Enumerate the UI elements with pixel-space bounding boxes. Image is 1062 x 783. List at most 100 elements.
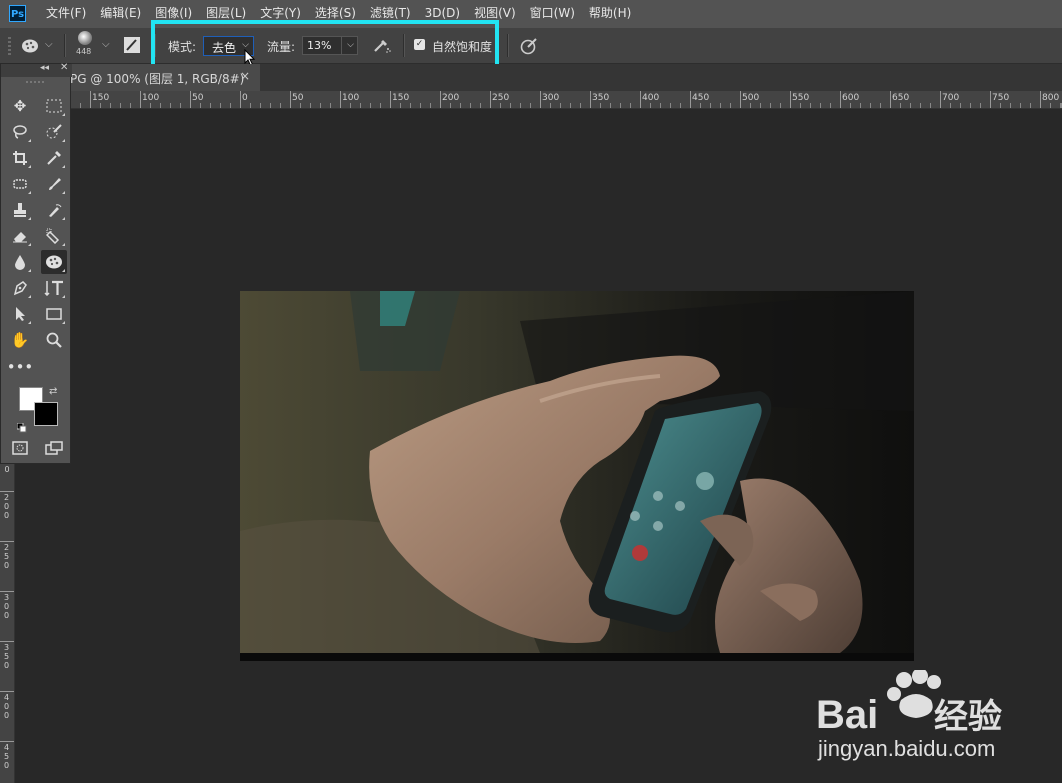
eyedropper-tool-icon[interactable]: [41, 146, 67, 170]
vibrance-checkbox[interactable]: ✓: [414, 39, 425, 50]
brush-chevron-icon[interactable]: ⌵: [102, 39, 110, 50]
tools-panel-header[interactable]: ◂◂ ✕: [1, 62, 72, 77]
document-tab[interactable]: PG @ 100% (图层 1, RGB/8#) ×: [66, 64, 260, 91]
ruler-label: 4 0 0: [3, 693, 10, 720]
quick-selection-tool-icon[interactable]: [41, 120, 67, 144]
baidu-jingyan-watermark: Bai 经验 jingyan.baidu.com: [816, 668, 1056, 774]
ruler-major-tick: [390, 91, 391, 108]
history-brush-tool-icon[interactable]: [41, 198, 67, 222]
pressure-icon[interactable]: [520, 37, 538, 59]
ruler-major-tick: [690, 91, 691, 108]
divider: [154, 34, 156, 57]
path-selection-tool-icon[interactable]: [7, 302, 33, 326]
ruler-label: 100: [142, 93, 160, 103]
zoom-tool-icon[interactable]: [41, 328, 67, 352]
menu-type[interactable]: 文字(Y): [260, 0, 301, 28]
options-grip[interactable]: [8, 37, 11, 55]
brush-preset-icon[interactable]: [78, 31, 92, 45]
ruler-label: 200: [442, 93, 460, 103]
watermark-brand-cn: 经验: [934, 697, 1002, 737]
ruler-major-tick: [590, 91, 591, 108]
healing-brush-tool-icon[interactable]: [7, 172, 33, 196]
ruler-label: 750: [992, 93, 1010, 103]
ruler-label: 0: [4, 465, 10, 474]
sponge-tool-icon[interactable]: [41, 250, 67, 274]
close-icon[interactable]: ×: [240, 69, 250, 83]
clone-stamp-tool-icon[interactable]: [7, 198, 33, 222]
flow-input[interactable]: 13% ⌵: [302, 36, 358, 55]
background-color-swatch[interactable]: [34, 402, 58, 426]
sponge-tool-preset-icon[interactable]: [21, 38, 39, 58]
ruler-label: 350: [592, 93, 610, 103]
divider: [64, 34, 66, 57]
ruler-major-tick: [340, 91, 341, 108]
mode-label: 模式:: [168, 40, 197, 54]
hand-tool-icon[interactable]: ✋: [7, 328, 33, 352]
ruler-label: 700: [942, 93, 960, 103]
menu-filter[interactable]: 滤镜(T): [370, 0, 411, 28]
default-colors-icon[interactable]: [16, 418, 27, 437]
ruler-major-tick: [0, 541, 14, 542]
gradient-tool-icon[interactable]: [41, 224, 67, 248]
brush-size-value: 448: [76, 47, 92, 56]
menu-3d[interactable]: 3D(D): [425, 0, 460, 28]
rectangle-tool-icon[interactable]: [41, 302, 67, 326]
ruler-label: 3 5 0: [3, 643, 10, 670]
ruler-major-tick: [790, 91, 791, 108]
ruler-major-tick: [490, 91, 491, 108]
type-tool-icon[interactable]: [41, 276, 67, 300]
menu-layer[interactable]: 图层(L): [206, 0, 246, 28]
brush-settings-icon[interactable]: [123, 36, 141, 58]
eraser-tool-icon[interactable]: [7, 224, 33, 248]
close-icon[interactable]: ✕: [60, 62, 68, 73]
photoshop-logo-icon[interactable]: Ps: [9, 5, 26, 22]
marquee-tool-icon[interactable]: [41, 94, 67, 118]
airbrush-icon[interactable]: [372, 37, 392, 58]
document-tab-strip: PG @ 100% (图层 1, RGB/8#) ×: [0, 64, 1062, 91]
move-tool-icon[interactable]: ✥: [7, 94, 33, 118]
edit-toolbar-icon[interactable]: •••: [7, 355, 34, 379]
menu-file[interactable]: 文件(F): [46, 0, 86, 28]
baidu-logo-icon: Bai 经验 jingyan.baidu.com: [816, 668, 1002, 761]
canvas-document-image[interactable]: [240, 291, 914, 661]
ruler-major-tick: [990, 91, 991, 108]
tool-preset-chevron-icon[interactable]: ⌵: [45, 39, 53, 50]
chevron-down-icon[interactable]: ⌵: [347, 40, 354, 50]
quick-mask-icon[interactable]: [7, 436, 33, 460]
brush-tool-icon[interactable]: [41, 172, 67, 196]
crop-tool-icon[interactable]: [7, 146, 33, 170]
ruler-major-tick: [190, 91, 191, 108]
collapse-icon[interactable]: ◂◂: [40, 63, 49, 73]
options-bar: ⌵ 448 ⌵ 模式: 去色 ⌵ 流量: 13% ⌵ ✓ 自然饱和度: [0, 28, 1062, 64]
ruler-label: 50: [192, 93, 204, 103]
ruler-label: 450: [692, 93, 710, 103]
blur-tool-icon[interactable]: [7, 250, 33, 274]
menu-items: 文件(F) 编辑(E) 图像(I) 图层(L) 文字(Y) 选择(S) 滤镜(T…: [46, 0, 645, 28]
ruler-major-tick: [640, 91, 641, 108]
menu-image[interactable]: 图像(I): [155, 0, 192, 28]
swap-colors-icon[interactable]: ⇄: [49, 386, 57, 397]
menu-window[interactable]: 窗口(W): [530, 0, 575, 28]
ruler-major-tick: [890, 91, 891, 108]
menu-edit[interactable]: 编辑(E): [100, 0, 141, 28]
menu-view[interactable]: 视图(V): [474, 0, 516, 28]
ruler-major-tick: [90, 91, 91, 108]
ruler-major-tick: [1040, 91, 1041, 108]
ruler-label: 2 0 0: [3, 493, 10, 520]
tools-panel-grip[interactable]: [26, 81, 46, 83]
horizontal-ruler[interactable]: 150 100 50 0 50 100 150 200 250 300 350 …: [71, 91, 1062, 109]
ruler-ticks: [71, 91, 1062, 108]
ruler-label: 4 5 0: [3, 743, 10, 770]
lasso-tool-icon[interactable]: [7, 120, 33, 144]
ruler-major-tick: [540, 91, 541, 108]
ruler-label: 300: [542, 93, 560, 103]
flow-label: 流量:: [267, 40, 296, 54]
watermark-url: jingyan.baidu.com: [817, 736, 995, 761]
ruler-major-tick: [240, 91, 241, 108]
ruler-major-tick: [0, 491, 14, 492]
menu-help[interactable]: 帮助(H): [589, 0, 631, 28]
ruler-label: 500: [742, 93, 760, 103]
screen-mode-icon[interactable]: [41, 436, 67, 460]
menu-select[interactable]: 选择(S): [315, 0, 356, 28]
pen-tool-icon[interactable]: [7, 276, 33, 300]
